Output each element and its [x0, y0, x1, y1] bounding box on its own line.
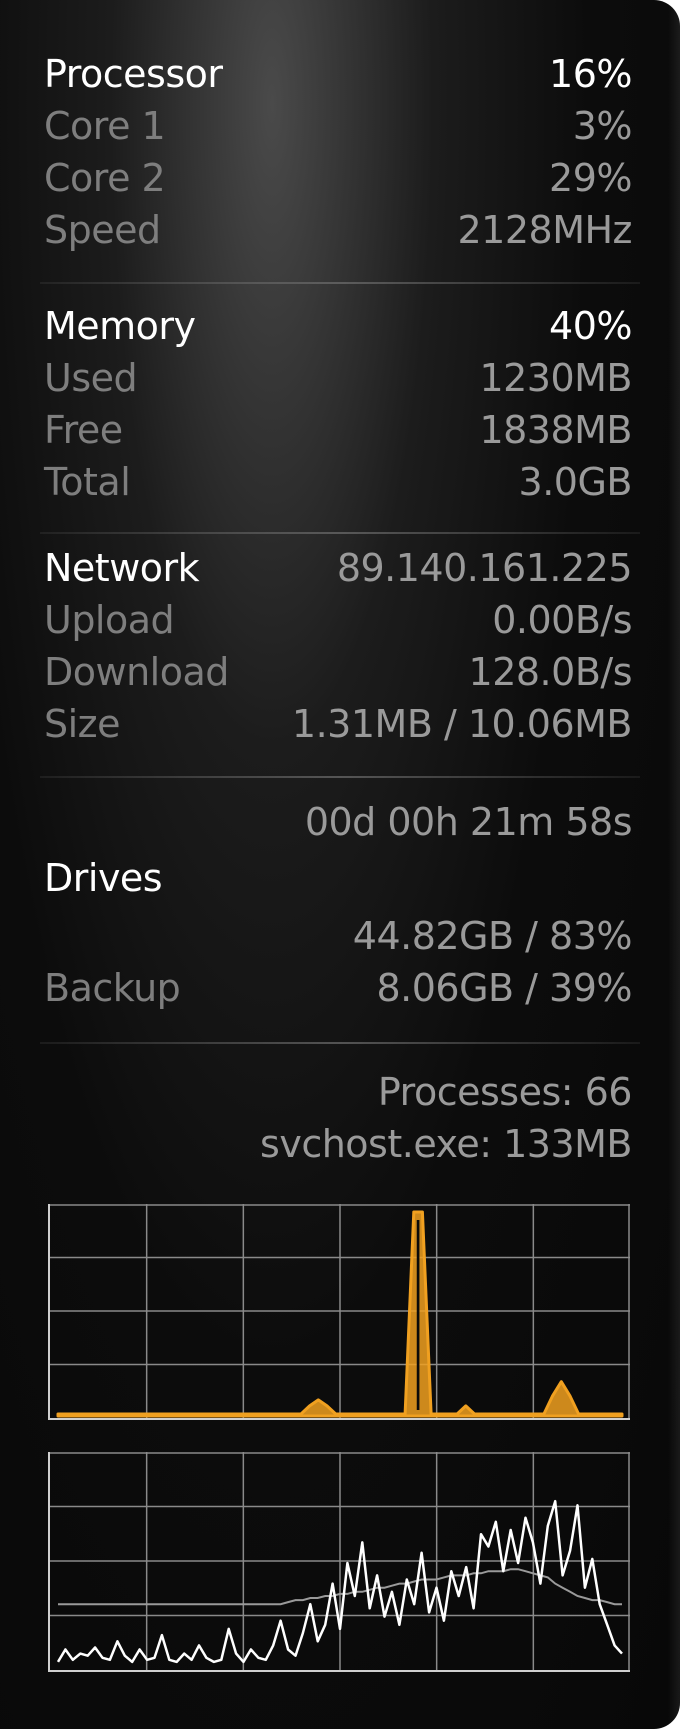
drive-value: 44.82GB / 83% — [352, 914, 633, 958]
network-size-row: Size 1.31MB / 10.06MB — [44, 698, 633, 750]
uptime-value: 00d 00h 21m 58s — [304, 800, 633, 844]
network-title: Network — [44, 546, 200, 590]
drive-backup-label: Backup — [44, 966, 181, 1010]
memory-title: Memory — [44, 304, 196, 348]
download-value: 128.0B/s — [468, 650, 633, 694]
processes-count-row: Processes: 66 — [44, 1066, 633, 1118]
speed-label: Speed — [44, 208, 161, 252]
core1-label: Core 1 — [44, 104, 166, 148]
cpu-spike-inner — [416, 1220, 420, 1410]
upload-label: Upload — [44, 598, 175, 642]
total-label: Total — [44, 460, 131, 504]
drive-row: 44.82GB / 83% — [44, 910, 633, 962]
free-value: 1838MB — [479, 408, 632, 452]
processor-total: 16% — [549, 52, 632, 96]
memory-total-row: Total 3.0GB — [44, 456, 633, 508]
used-value: 1230MB — [479, 356, 632, 400]
total-value: 3.0GB — [518, 460, 633, 504]
processes-top-row: svchost.exe: 133MB — [44, 1118, 632, 1170]
core2-value: 29% — [549, 156, 632, 200]
drive-backup-value: 8.06GB / 39% — [376, 966, 632, 1010]
size-value: 1.31MB / 10.06MB — [291, 702, 633, 746]
divider — [40, 282, 640, 284]
memory-free-row: Free 1838MB — [44, 404, 632, 456]
memory-total: 40% — [549, 304, 632, 348]
core2-label: Core 2 — [44, 156, 166, 200]
download-label: Download — [44, 650, 229, 694]
system-monitor-gadget: Processor 16% Core 1 3% Core 2 29% Speed… — [0, 0, 680, 1729]
memory-header: Memory 40% — [44, 300, 632, 352]
network-ip: 89.140.161.225 — [336, 546, 633, 590]
divider — [40, 1042, 640, 1044]
divider — [40, 532, 640, 534]
uptime-row: 00d 00h 21m 58s — [44, 796, 633, 848]
cpu-history-graph — [48, 1204, 630, 1420]
processes-top: svchost.exe: 133MB — [260, 1122, 632, 1166]
free-label: Free — [44, 408, 123, 452]
used-label: Used — [44, 356, 138, 400]
drives-title: Drives — [44, 856, 163, 900]
cpu-history-svg — [50, 1204, 630, 1418]
processor-core2-row: Core 2 29% — [44, 152, 632, 204]
core1-value: 3% — [572, 104, 633, 148]
network-upload-row: Upload 0.00B/s — [44, 594, 632, 646]
upload-value: 0.00B/s — [492, 598, 632, 642]
network-header: Network 89.140.161.225 — [44, 542, 633, 594]
processor-speed-row: Speed 2128MHz — [44, 204, 632, 256]
divider — [40, 776, 640, 778]
processor-core1-row: Core 1 3% — [44, 100, 633, 152]
processor-header: Processor 16% — [44, 48, 632, 100]
processes-count: Processes: 66 — [377, 1070, 633, 1114]
drive-backup-row: Backup 8.06GB / 39% — [44, 962, 632, 1014]
memory-used-row: Used 1230MB — [44, 352, 632, 404]
network-history-svg — [50, 1452, 630, 1670]
speed-value: 2128MHz — [457, 208, 632, 252]
network-download-row: Download 128.0B/s — [44, 646, 633, 698]
size-label: Size — [44, 702, 121, 746]
drives-header: Drives — [44, 852, 632, 904]
processor-title: Processor — [44, 52, 223, 96]
network-history-graph — [48, 1452, 630, 1672]
